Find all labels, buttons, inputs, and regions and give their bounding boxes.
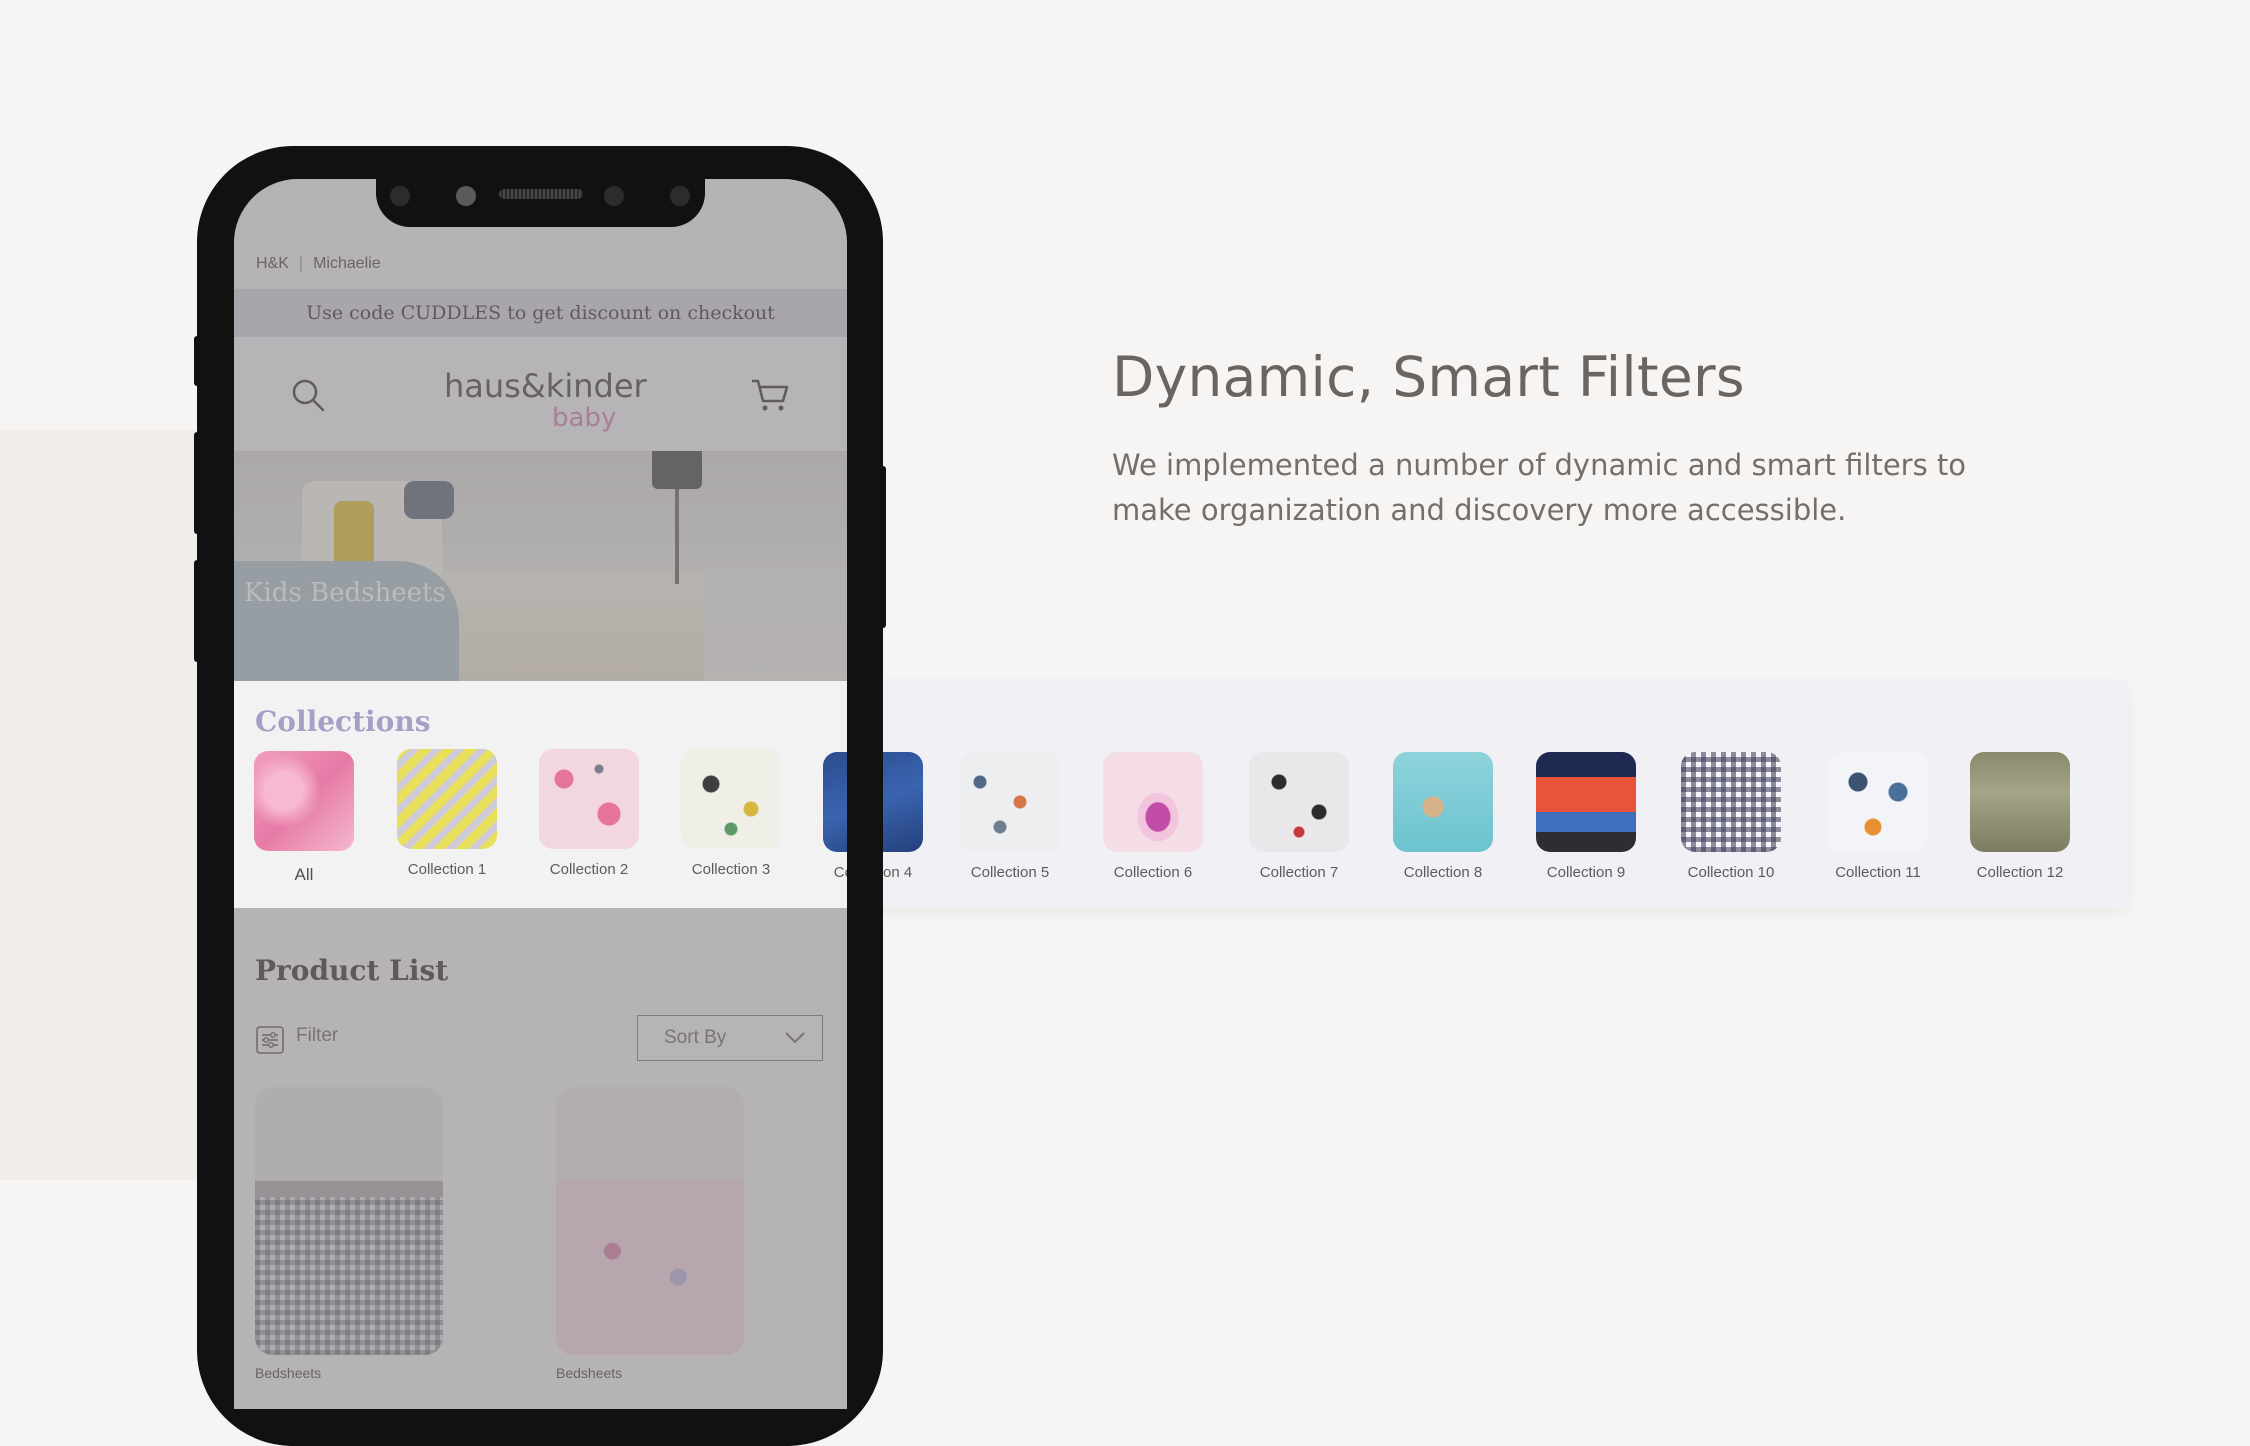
collection-thumbnail [1536,752,1636,852]
collection-label: Collection 1 [407,861,487,878]
collection-thumbnail [254,751,354,851]
collection-item-5[interactable]: Collection 5 [940,752,1080,881]
collection-thumbnail [1249,752,1349,852]
collection-thumbnail [397,749,497,849]
collection-thumbnail [960,752,1060,852]
phone-power-button [878,466,886,628]
collection-item-11[interactable]: Collection 11 [1808,752,1948,881]
collection-item-9[interactable]: Collection 9 [1516,752,1656,881]
collection-item-all[interactable]: All [234,751,374,885]
proximity-sensor-icon [456,186,476,206]
collection-item-1[interactable]: Collection 1 [377,749,517,878]
front-sensor-icon [390,186,410,206]
feature-title: Dynamic, Smart Filters [1112,345,1745,409]
phone-volume-up-button [194,432,202,534]
collection-label: Collection 10 [1687,864,1775,881]
background-panel [0,430,230,1180]
collection-label: Collection 3 [691,861,771,878]
phone-silent-switch [194,336,202,386]
collection-thumbnail [1681,752,1781,852]
collection-label: Collection 9 [1546,864,1626,881]
collection-thumbnail [1970,752,2070,852]
collection-label: Collection 2 [549,861,629,878]
front-camera-icon [604,186,624,206]
collection-label: Collection 5 [970,864,1050,881]
collection-item-3[interactable]: Collection 3 [661,749,801,878]
collection-item-8[interactable]: Collection 8 [1373,752,1513,881]
collection-thumbnail [1828,752,1928,852]
collection-item-12[interactable]: Collection 12 [1950,752,2090,881]
collection-thumbnail [1103,752,1203,852]
collections-title: Collections [255,705,431,738]
face-id-sensor-icon [670,186,690,206]
dim-overlay-bottom [234,908,847,1409]
collection-item-7[interactable]: Collection 7 [1229,752,1369,881]
collection-item-2[interactable]: Collection 2 [519,749,659,878]
collection-label: Collection 7 [1259,864,1339,881]
collection-label: All [294,865,314,884]
earpiece-speaker [499,189,583,199]
collection-thumbnail [1393,752,1493,852]
phone-bezel-right [847,681,883,908]
collection-label: Collection 12 [1976,864,2064,881]
collection-label: Collection 11 [1835,864,1921,881]
phone-volume-down-button [194,560,202,662]
collection-thumbnail [539,749,639,849]
phone-notch [376,179,705,227]
feature-description: We implemented a number of dynamic and s… [1112,448,1967,527]
collection-item-10[interactable]: Collection 10 [1661,752,1801,881]
collection-label: Collection 8 [1403,864,1483,881]
collection-thumbnail [681,749,781,849]
collection-label: Collection 6 [1113,864,1193,881]
collection-item-6[interactable]: Collection 6 [1083,752,1223,881]
dim-overlay-top [234,179,847,681]
